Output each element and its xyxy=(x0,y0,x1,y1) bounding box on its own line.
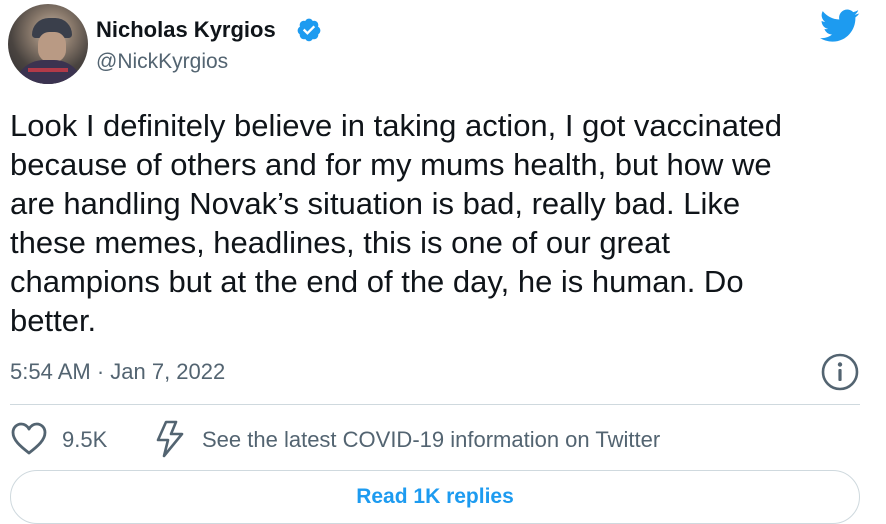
read-replies-button[interactable]: Read 1K replies xyxy=(10,470,860,524)
like-count[interactable]: 9.5K xyxy=(62,426,107,454)
avatar-shirt xyxy=(14,60,84,84)
twitter-bird-icon[interactable] xyxy=(820,9,860,43)
covid-info-link[interactable]: See the latest COVID-19 information on T… xyxy=(202,426,660,454)
tweet-card: Nicholas Kyrgios @NickKyrgios Look I def… xyxy=(0,0,886,524)
heart-icon[interactable] xyxy=(10,421,48,457)
verified-badge-icon xyxy=(297,18,321,42)
tweet-text: Look I definitely believe in taking acti… xyxy=(10,108,783,338)
tweet-timestamp[interactable]: 5:54 AM · Jan 7, 2022 xyxy=(10,358,225,386)
avatar[interactable] xyxy=(8,4,88,84)
lightning-bolt-icon xyxy=(156,420,184,458)
info-icon[interactable] xyxy=(820,352,860,392)
author-handle[interactable]: @NickKyrgios xyxy=(96,49,228,75)
divider xyxy=(10,404,860,405)
avatar-shirt-stripe xyxy=(28,68,68,72)
avatar-face xyxy=(38,32,66,62)
author-name[interactable]: Nicholas Kyrgios xyxy=(96,16,276,44)
